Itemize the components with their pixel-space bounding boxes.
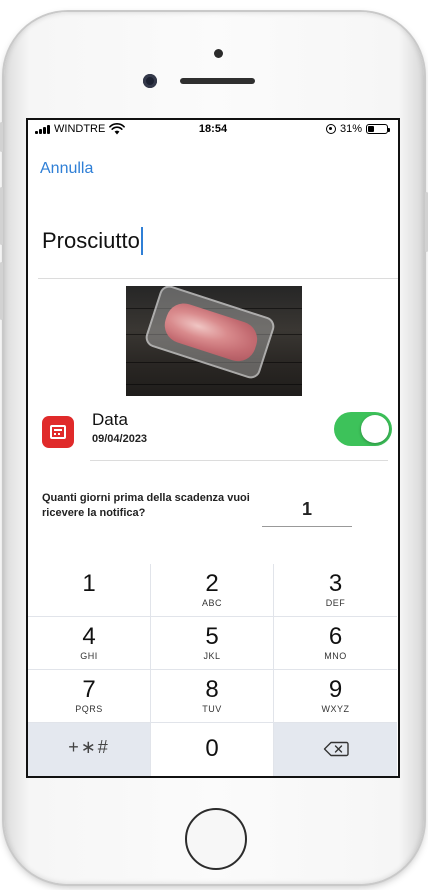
volume-down-button	[0, 262, 3, 320]
key-4[interactable]: 4 GHI	[28, 617, 151, 670]
key-9[interactable]: 9 WXYZ	[274, 670, 397, 723]
key-7[interactable]: 7 PQRS	[28, 670, 151, 723]
key-8[interactable]: 8 TUV	[151, 670, 274, 723]
key-1[interactable]: 1	[28, 564, 151, 617]
divider	[38, 278, 398, 279]
ham-package	[143, 286, 277, 381]
earpiece-speaker	[180, 78, 255, 84]
mute-switch	[0, 122, 3, 152]
front-camera	[143, 74, 157, 88]
symbols-key[interactable]: +∗#	[28, 723, 151, 776]
numeric-keypad: 1 2 ABC 3 DEF 4 GHI 5 JKL 6 MNO 7 PQRS 8	[28, 564, 398, 776]
backspace-key[interactable]	[274, 723, 397, 776]
calendar-icon-badge	[42, 416, 74, 448]
calendar-icon	[50, 425, 66, 439]
product-name-text: Prosciutto	[42, 228, 140, 253]
key-5[interactable]: 5 JKL	[151, 617, 274, 670]
key-2[interactable]: 2 ABC	[151, 564, 274, 617]
cancel-button[interactable]: Annulla	[40, 160, 93, 178]
volume-up-button	[0, 187, 3, 245]
product-name-field[interactable]: Prosciutto	[42, 227, 143, 255]
proximity-sensor	[214, 49, 223, 58]
key-0[interactable]: 0	[151, 723, 274, 776]
key-6[interactable]: 6 MNO	[274, 617, 397, 670]
expiry-date-value[interactable]: 09/04/2023	[92, 433, 147, 445]
notification-days-input[interactable]: 1	[262, 497, 352, 527]
home-button[interactable]	[185, 808, 247, 870]
toggle-knob	[361, 415, 389, 443]
orientation-lock-icon	[325, 124, 336, 134]
date-title: Data	[92, 410, 128, 429]
battery-percent: 31%	[339, 123, 362, 135]
divider	[90, 460, 388, 461]
phone-screen: WINDTRE 18:54 31% Annulla Prosciutto Dat…	[26, 118, 400, 778]
text-caret	[140, 227, 143, 255]
key-3[interactable]: 3 DEF	[274, 564, 397, 617]
battery-icon	[366, 124, 390, 134]
notification-question: Quanti giorni prima della scadenza vuoi …	[42, 492, 250, 519]
product-photo[interactable]	[126, 286, 302, 396]
backspace-icon	[323, 741, 349, 757]
status-bar: WINDTRE 18:54 31%	[28, 120, 398, 140]
date-toggle[interactable]	[334, 412, 392, 446]
